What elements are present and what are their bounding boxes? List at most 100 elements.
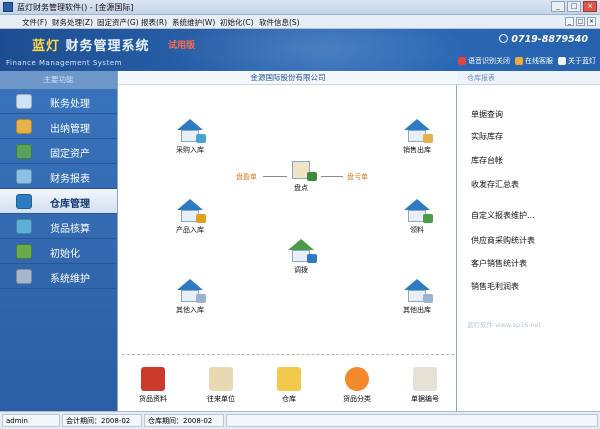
goods-category-label: 货品分类 <box>343 395 371 403</box>
voice-toggle-button[interactable]: 语音识别关闭 <box>458 56 510 66</box>
menu-system[interactable]: 系统维护(W) <box>172 17 215 28</box>
menu-accounting[interactable]: 财务处理(Z) <box>52 17 93 28</box>
other-in-node[interactable]: 其他入库 <box>170 279 210 315</box>
about-button[interactable]: 关于蓝灯 <box>558 56 596 66</box>
material-node[interactable]: 领料 <box>397 199 437 235</box>
banner-decoration <box>170 29 470 71</box>
sidebar: 主要功能 账务处理 出纳管理 固定资产 财务报表 仓库管理 货品核算 初始化 系… <box>0 71 117 411</box>
sidebar-item-cashier[interactable]: 出纳管理 <box>0 114 117 139</box>
app-icon <box>3 2 13 12</box>
mdi-controls: _ □ × <box>565 17 596 26</box>
document-number-icon <box>413 367 437 391</box>
sidebar-item-goods-accounting[interactable]: 货品核算 <box>0 214 117 239</box>
sidebar-header: 主要功能 <box>0 71 117 89</box>
node-label: 领料 <box>410 226 424 234</box>
stocktake-icon <box>288 157 317 181</box>
sidebar-item-accounting[interactable]: 账务处理 <box>0 89 117 114</box>
status-spare <box>226 414 598 427</box>
warehouse-reports-panel: 仓库报表 单据查询 实际库存 库存台帐 收发存汇总表 自定义报表维护... 供应… <box>457 71 600 411</box>
sidebar-item-init[interactable]: 初始化 <box>0 239 117 264</box>
node-label: 其他入库 <box>176 306 204 314</box>
menu-reports[interactable]: 报表(R) <box>141 17 167 28</box>
sidebar-item-label: 财务报表 <box>50 174 90 185</box>
voice-toggle-label: 语音识别关闭 <box>468 57 510 65</box>
banner-tools: 语音识别关闭 在线客服 关于蓝灯 <box>458 56 596 66</box>
cashier-icon <box>16 119 32 134</box>
report-link-document-query[interactable]: 单据查询 <box>471 109 503 120</box>
warehouse-icon <box>404 199 433 223</box>
document-number-button[interactable]: 单据编号 <box>402 367 448 404</box>
tools-icon <box>16 269 32 284</box>
setup-icon <box>16 244 32 259</box>
close-button[interactable]: × <box>583 1 597 12</box>
status-bar: admin 会计期间：2008-02 仓库期间：2008-02 <box>0 411 600 429</box>
mdi-minimize-button[interactable]: _ <box>565 17 574 26</box>
goods-category-button[interactable]: 货品分类 <box>334 367 380 404</box>
node-label: 其他出库 <box>403 306 431 314</box>
sidebar-item-label: 系统维护 <box>50 274 90 285</box>
partner-units-button[interactable]: 往来单位 <box>198 367 244 404</box>
phone-number: 0719-8879540 <box>511 34 588 45</box>
warehouse-button[interactable]: 仓库 <box>266 367 312 404</box>
menu-file[interactable]: 文件(F) <box>22 17 47 28</box>
maximize-button[interactable]: □ <box>567 1 581 12</box>
transfer-node[interactable]: 调拨 <box>281 239 321 275</box>
sales-out-node[interactable]: 销售出库 <box>397 119 437 155</box>
report-icon <box>16 169 32 184</box>
minimize-button[interactable]: _ <box>551 1 565 12</box>
warehouse-icon <box>404 279 433 303</box>
partner-units-label: 往来单位 <box>207 395 235 403</box>
node-label: 盘点 <box>294 184 308 192</box>
app-logo: 蓝灯 财务管理系统 <box>32 35 150 54</box>
menu-init[interactable]: 初始化(C) <box>220 17 254 28</box>
goods-info-label: 货品资料 <box>139 395 167 403</box>
sidebar-item-financial-reports[interactable]: 财务报表 <box>0 164 117 189</box>
report-link-actual-stock[interactable]: 实际库存 <box>471 131 503 142</box>
sidebar-item-label: 出纳管理 <box>50 124 90 135</box>
node-label: 调拨 <box>294 266 308 274</box>
mdi-close-button[interactable]: × <box>587 17 596 26</box>
status-accounting-period: 会计期间：2008-02 <box>62 414 142 427</box>
other-out-node[interactable]: 其他出库 <box>397 279 437 315</box>
product-in-node[interactable]: 产品入库 <box>170 199 210 235</box>
globe-icon <box>16 219 32 234</box>
status-user: admin <box>2 414 60 427</box>
banner: 蓝灯 财务管理系统 试用版 Finance Management System … <box>0 29 600 71</box>
microphone-icon <box>458 57 466 65</box>
goods-info-button[interactable]: 货品资料 <box>130 367 176 404</box>
document-number-label: 单据编号 <box>411 395 439 403</box>
warehouse-period-value: 2008-02 <box>183 417 213 425</box>
phone-icon <box>499 34 509 43</box>
sidebar-item-label: 固定资产 <box>50 149 90 160</box>
sidebar-item-warehouse[interactable]: 仓库管理 <box>0 189 117 214</box>
warehouse-icon <box>16 194 32 209</box>
sidebar-item-label: 仓库管理 <box>50 199 90 210</box>
sidebar-item-fixed-assets[interactable]: 固定资产 <box>0 139 117 164</box>
warehouse-icon <box>177 279 206 303</box>
title-bar: 蓝灯财务管理软件() - [金源国际] _ □ × <box>0 0 600 15</box>
purchase-in-node[interactable]: 采购入库 <box>170 119 210 155</box>
flow-line <box>321 176 343 177</box>
support-phone: 0719-8879540 <box>499 34 588 45</box>
report-link-supplier-purchase[interactable]: 供应商采购统计表 <box>471 235 535 246</box>
report-link-stock-ledger[interactable]: 库存台帐 <box>471 155 503 166</box>
goods-info-icon <box>141 367 165 391</box>
accounting-period-label: 会计期间： <box>66 417 101 425</box>
check-node[interactable]: 盘点 <box>281 157 321 193</box>
sidebar-item-system[interactable]: 系统维护 <box>0 264 117 289</box>
report-link-customer-sales[interactable]: 客户销售统计表 <box>471 258 527 269</box>
menu-fixed-assets[interactable]: 固定资产(G) <box>97 17 139 28</box>
warehouse-label: 仓库 <box>282 395 296 403</box>
report-link-gross-profit[interactable]: 销售毛利润表 <box>471 281 519 292</box>
mdi-restore-button[interactable]: □ <box>576 17 585 26</box>
status-warehouse-period: 仓库期间：2008-02 <box>144 414 224 427</box>
monitor-icon <box>16 94 32 109</box>
online-service-button[interactable]: 在线客服 <box>515 56 553 66</box>
window-title: 蓝灯财务管理软件() - [金源国际] <box>17 3 134 12</box>
report-link-summary[interactable]: 收发存汇总表 <box>471 179 519 190</box>
surplus-label: 盘盈单 <box>236 173 257 181</box>
report-link-custom-maintenance[interactable]: 自定义报表维护... <box>471 210 535 221</box>
home-icon <box>558 57 566 65</box>
goods-category-icon <box>345 367 369 391</box>
menu-software-info[interactable]: 软件信息(S) <box>259 17 300 28</box>
